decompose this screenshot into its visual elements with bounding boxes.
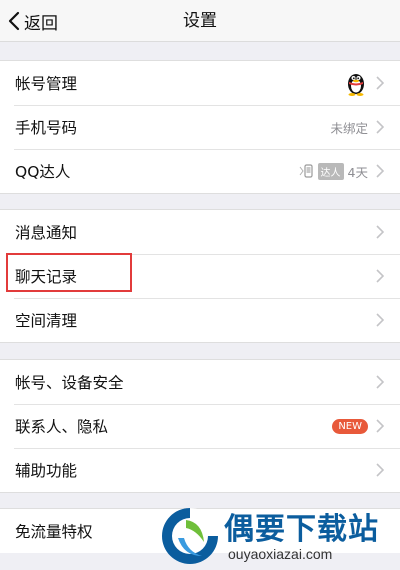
row-account-device-security[interactable]: 帐号、设备安全 [0,360,400,404]
chevron-right-icon [376,269,384,283]
row-label: 免流量特权 [15,523,93,541]
settings-group-messages: 消息通知 聊天记录 空间清理 [0,209,400,343]
row-message-notifications[interactable]: 消息通知 [0,210,400,254]
watermark-logo-icon [162,508,218,564]
phone-status: 未绑定 [330,120,368,136]
chevron-right-icon [376,120,384,134]
row-label: 辅助功能 [15,462,78,480]
row-contacts-privacy[interactable]: 联系人、隐私 NEW [0,404,400,448]
qq-penguin-icon [348,74,364,96]
navigation-bar: 返回 设置 [0,0,400,42]
row-chat-history[interactable]: 聊天记录 [0,254,400,298]
chevron-right-icon [376,164,384,178]
daren-days: 4天 [347,164,368,180]
chevron-right-icon [376,419,384,433]
watermark-url: ouyaoxiazai.com [228,546,333,562]
row-account-management[interactable]: 帐号管理 [0,61,400,105]
chevron-right-icon [376,225,384,239]
row-label: 空间清理 [15,312,78,330]
row-label: 帐号、设备安全 [15,374,124,392]
chevron-right-icon [376,463,384,477]
row-label: QQ达人 [15,163,71,181]
row-label: 手机号码 [15,119,78,137]
row-label: 消息通知 [15,224,78,242]
row-phone-number[interactable]: 手机号码 未绑定 [0,105,400,149]
watermark-title: 偶要下载站 [224,512,379,547]
row-qq-daren[interactable]: QQ达人 达人 4天 [0,149,400,193]
chevron-right-icon [376,375,384,389]
daren-phone-icon [299,164,313,178]
row-label: 联系人、隐私 [15,418,109,436]
row-accessibility[interactable]: 辅助功能 [0,448,400,492]
daren-tag: 达人 [317,162,344,180]
new-badge: NEW [332,418,368,434]
chevron-right-icon [376,313,384,327]
page-title: 设置 [183,11,217,31]
row-space-cleanup[interactable]: 空间清理 [0,298,400,342]
settings-group-account: 帐号管理 手机号码 未绑定 QQ达人 达人 4天 [0,60,400,194]
row-label: 聊天记录 [15,268,78,286]
daren-badge: 达人 [299,162,344,180]
chevron-right-icon [376,76,384,90]
watermark: 偶要下载站 ouyaoxiazai.com [158,502,398,570]
row-label: 帐号管理 [15,75,78,93]
settings-group-security: 帐号、设备安全 联系人、隐私 NEW 辅助功能 [0,359,400,493]
